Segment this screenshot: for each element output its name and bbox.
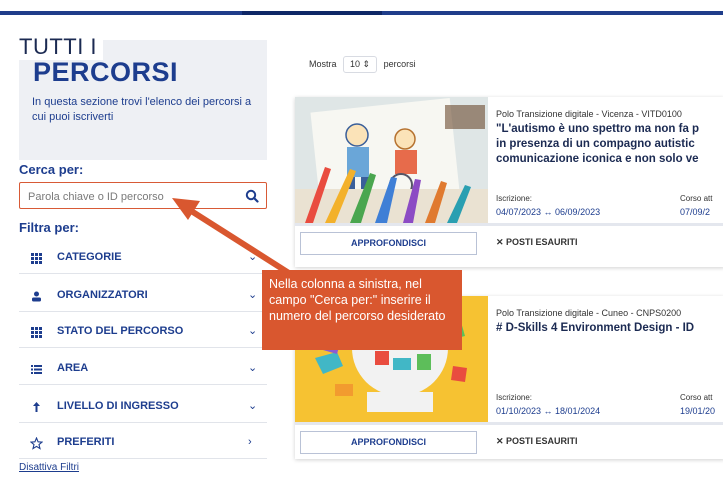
course-period-dates: 19/01/20 [680,406,716,416]
status-sold-out: ✕ POSTI ESAURITI [496,436,578,446]
filter-preferiti[interactable]: PREFERITI › [19,427,267,459]
course-title-line: "L'autismo è uno spettro ma non fa p [496,123,700,135]
chevron-down-icon: ⌄ [248,362,258,374]
course-provider: Polo Transizione digitale - Vicenza - VI… [496,109,682,119]
course-title-line: # D-Skills 4 Environment Design - ID [496,322,695,334]
filter-label-text: PREFERITI [57,436,115,448]
filter-stato-percorso[interactable]: STATO DEL PERCORSO ⌄ [19,316,267,348]
course-card: Polo Transizione digitale - Vicenza - VI… [295,97,723,267]
list-icon [29,362,43,376]
chevron-down-icon: ⌄ [248,400,258,412]
course-title-line: comunicazione iconica e non solo ve [496,153,699,165]
page-description: In questa sezione trovi l'elenco dei per… [32,96,252,123]
per-page-select[interactable]: 10 ⇕ [343,56,378,73]
star-icon [29,436,43,450]
per-page-control: Mostra 10 ⇕ percorsi [309,56,416,73]
card-divider [295,223,723,226]
filter-categorie[interactable]: CATEGORIE ⌄ [19,242,267,274]
enrollment-label: Iscrizione: [496,393,533,402]
course-title[interactable]: "L'autismo è uno spettro ma non fa p in … [496,122,723,167]
annotation-callout: Nella colonna a sinistra, nel campo "Cer… [262,270,462,350]
status-sold-out: ✕ POSTI ESAURITI [496,237,578,247]
filter-label-text: AREA [57,362,89,374]
filter-organizzatori[interactable]: ORGANIZZATORI ⌄ [19,280,267,312]
chevron-down-icon: ⌄ [248,289,258,301]
filter-livello-ingresso[interactable]: LIVELLO DI INGRESSO ⌄ [19,391,267,423]
filter-area[interactable]: AREA ⌄ [19,353,267,385]
search-icon[interactable] [245,189,259,203]
enrollment-dates: 04/07/2023 ↔ 06/09/2023 [496,207,601,217]
course-title-line: in presenza di un compagno autistic [496,138,695,150]
approfondisci-button[interactable]: APPROFONDISCI [300,232,477,255]
approfondisci-button[interactable]: APPROFONDISCI [300,431,477,454]
search-input[interactable] [26,187,240,206]
per-page-value: 10 [350,59,361,69]
disable-filters-link[interactable]: Disattiva Filtri [19,462,79,473]
per-page-prefix: Mostra [309,59,337,69]
chevron-right-icon: › [248,436,252,448]
course-image[interactable] [295,97,488,223]
filter-label-text: ORGANIZZATORI [57,289,148,301]
chevron-down-icon: ⌄ [248,251,258,263]
search-box [19,182,267,209]
course-period-dates: 07/09/2 [680,207,711,217]
enrollment-dates: 01/10/2023 ↔ 18/01/2024 [496,406,601,416]
per-page-suffix: percorsi [383,59,416,69]
grid-icon [29,325,43,339]
enrollment-label: Iscrizione: [496,194,533,203]
users-icon [29,289,43,303]
course-provider: Polo Transizione digitale - Cuneo - CNPS… [496,308,682,318]
top-bar [0,0,723,17]
grid-icon [29,251,43,265]
chevron-down-icon: ⌄ [248,325,258,337]
page-title-line2: PERCORSI [33,57,179,87]
top-bar-accent [242,11,382,15]
filter-label: Filtra per: [19,220,79,235]
card-divider [295,422,723,425]
filter-label-text: LIVELLO DI INGRESSO [57,400,179,412]
search-label: Cerca per: [19,162,84,177]
arrow-up-icon [29,400,43,414]
course-period-label: Corso att [680,393,713,402]
course-period-label: Corso att [680,194,713,203]
filter-label-text: STATO DEL PERCORSO [57,325,184,337]
course-title[interactable]: # D-Skills 4 Environment Design - ID [496,321,723,336]
filter-label-text: CATEGORIE [57,251,122,263]
